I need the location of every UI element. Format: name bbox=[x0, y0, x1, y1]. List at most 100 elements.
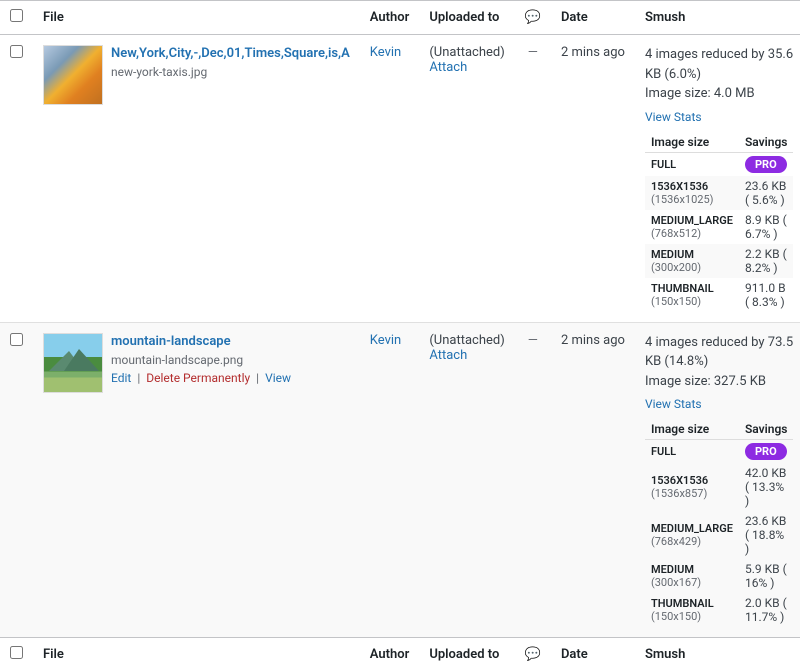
smush-size-row: MEDIUM_LARGE (768x429) 23.6 KB ( 18.8% ) bbox=[645, 511, 794, 559]
header-date-col: Date bbox=[551, 1, 635, 35]
row-checkbox[interactable] bbox=[10, 45, 23, 58]
unattached-label: (Unattached) bbox=[429, 45, 504, 60]
footer-comment-col: 💬 bbox=[515, 638, 551, 671]
size-label-cell: 1536X1536 (1536x857) bbox=[645, 463, 739, 511]
header-smush-col: Smush bbox=[635, 1, 800, 35]
comment-dash: — bbox=[528, 333, 538, 348]
file-cell: New,York,City,-,Dec,01,Times,Square,is,A… bbox=[33, 35, 360, 323]
size-label-cell: FULL bbox=[645, 152, 739, 176]
smush-details-table: Image size Savings FULL PRO 1536X1536 (1… bbox=[645, 419, 794, 627]
table-footer-row: File Author Uploaded to 💬 Date Smush bbox=[0, 638, 800, 671]
comment-cell: — bbox=[515, 322, 551, 638]
smush-size-row: THUMBNAIL (150x150) 911.0 B ( 8.3% ) bbox=[645, 278, 794, 312]
select-all-checkbox[interactable] bbox=[10, 9, 23, 22]
row-checkbox[interactable] bbox=[10, 333, 23, 346]
smush-summary: 4 images reduced by 73.5 KB (14.8%) Imag… bbox=[645, 333, 794, 392]
comment-dash: — bbox=[528, 45, 538, 60]
select-all-footer-checkbox[interactable] bbox=[10, 646, 23, 659]
size-label-cell: MEDIUM_LARGE (768x512) bbox=[645, 210, 739, 244]
header-uploaded-col: Uploaded to bbox=[419, 1, 514, 35]
header-checkbox-col bbox=[0, 1, 33, 35]
size-dim: (150x150) bbox=[651, 610, 733, 623]
media-library-table: File Author Uploaded to 💬 Date Smush New… bbox=[0, 0, 800, 671]
date-value: 2 mins ago bbox=[561, 333, 625, 348]
smush-line1: 4 images reduced by 73.5 KB (14.8%) bbox=[645, 335, 793, 370]
savings-pro: PRO bbox=[739, 152, 794, 176]
author-cell: Kevin bbox=[360, 322, 420, 638]
date-value: 2 mins ago bbox=[561, 45, 625, 60]
smush-col-savings: Savings bbox=[739, 132, 794, 153]
size-label-cell: THUMBNAIL (150x150) bbox=[645, 593, 739, 627]
size-label: THUMBNAIL bbox=[651, 282, 733, 295]
footer-date-col: Date bbox=[551, 638, 635, 671]
row-checkbox-cell bbox=[0, 35, 33, 323]
savings-pro: PRO bbox=[739, 440, 794, 464]
footer-uploaded-col: Uploaded to bbox=[419, 638, 514, 671]
savings-value: 911.0 B ( 8.3% ) bbox=[739, 278, 794, 312]
view-link[interactable]: View bbox=[265, 371, 291, 385]
header-author-col: Author bbox=[360, 1, 420, 35]
size-dim: (1536x1025) bbox=[651, 193, 733, 206]
attach-link[interactable]: Attach bbox=[429, 60, 467, 75]
footer-file-col: File bbox=[33, 638, 360, 671]
smush-cell: 4 images reduced by 73.5 KB (14.8%) Imag… bbox=[635, 322, 800, 638]
uploaded-to-cell: (Unattached) Attach bbox=[419, 322, 514, 638]
smush-line2: Image size: 4.0 MB bbox=[645, 86, 755, 101]
smush-size-row: MEDIUM_LARGE (768x512) 8.9 KB ( 6.7% ) bbox=[645, 210, 794, 244]
pro-badge: PRO bbox=[745, 443, 787, 460]
author-cell: Kevin bbox=[360, 35, 420, 323]
smush-table-body: FULL PRO 1536X1536 (1536x1025) 23.6 KB (… bbox=[645, 152, 794, 312]
size-label: MEDIUM bbox=[651, 248, 733, 261]
size-dim: (300x167) bbox=[651, 576, 733, 589]
uploaded-to-cell: (Unattached) Attach bbox=[419, 35, 514, 323]
table-row: New,York,City,-,Dec,01,Times,Square,is,A… bbox=[0, 35, 800, 323]
view-stats-link[interactable]: View Stats bbox=[645, 110, 794, 124]
savings-value: 23.6 KB ( 18.8% ) bbox=[739, 511, 794, 559]
smush-size-row: 1536X1536 (1536x857) 42.0 KB ( 13.3% ) bbox=[645, 463, 794, 511]
table-row: mountain-landscape mountain-landscape.pn… bbox=[0, 322, 800, 638]
smush-cell: 4 images reduced by 35.6 KB (6.0%) Image… bbox=[635, 35, 800, 323]
date-cell: 2 mins ago bbox=[551, 322, 635, 638]
date-cell: 2 mins ago bbox=[551, 35, 635, 323]
smush-table-header: Image size Savings bbox=[645, 132, 794, 153]
savings-value: 8.9 KB ( 6.7% ) bbox=[739, 210, 794, 244]
view-stats-link[interactable]: View Stats bbox=[645, 397, 794, 411]
smush-line1: 4 images reduced by 35.6 KB (6.0%) bbox=[645, 47, 793, 82]
file-info: New,York,City,-,Dec,01,Times,Square,is,A… bbox=[111, 45, 350, 83]
savings-value: 42.0 KB ( 13.3% ) bbox=[739, 463, 794, 511]
smush-size-row: FULL PRO bbox=[645, 152, 794, 176]
smush-size-row: MEDIUM (300x200) 2.2 KB ( 8.2% ) bbox=[645, 244, 794, 278]
size-label-cell: THUMBNAIL (150x150) bbox=[645, 278, 739, 312]
pro-badge: PRO bbox=[745, 156, 787, 173]
size-label: MEDIUM_LARGE bbox=[651, 522, 733, 535]
author-link[interactable]: Kevin bbox=[370, 45, 401, 60]
file-actions: Edit | Delete Permanently | View bbox=[111, 371, 291, 385]
file-name: mountain-landscape.png bbox=[111, 353, 291, 367]
smush-size-row: MEDIUM (300x167) 5.9 KB ( 16% ) bbox=[645, 559, 794, 593]
size-label-cell: 1536X1536 (1536x1025) bbox=[645, 176, 739, 210]
action-separator: | bbox=[137, 371, 140, 385]
file-name: new-york-taxis.jpg bbox=[111, 65, 350, 79]
file-title-link[interactable]: mountain-landscape bbox=[111, 333, 291, 351]
size-dim: (300x200) bbox=[651, 261, 733, 274]
savings-value: 2.2 KB ( 8.2% ) bbox=[739, 244, 794, 278]
footer-author-col: Author bbox=[360, 638, 420, 671]
smush-line2: Image size: 327.5 KB bbox=[645, 374, 766, 389]
attach-link[interactable]: Attach bbox=[429, 348, 467, 363]
size-label-cell: FULL bbox=[645, 440, 739, 464]
size-label: FULL bbox=[651, 445, 733, 458]
size-label-cell: MEDIUM (300x167) bbox=[645, 559, 739, 593]
author-link[interactable]: Kevin bbox=[370, 333, 401, 348]
action-separator2: | bbox=[256, 371, 259, 385]
unattached-label: (Unattached) bbox=[429, 333, 504, 348]
size-label: MEDIUM bbox=[651, 563, 733, 576]
file-info: mountain-landscape mountain-landscape.pn… bbox=[111, 333, 291, 385]
comment-cell: — bbox=[515, 35, 551, 323]
thumbnail-image bbox=[43, 333, 103, 393]
savings-value: 23.6 KB ( 5.6% ) bbox=[739, 176, 794, 210]
smush-details-table: Image size Savings FULL PRO 1536X1536 (1… bbox=[645, 132, 794, 312]
header-comment-col: 💬 bbox=[515, 1, 551, 35]
delete-permanently-link[interactable]: Delete Permanently bbox=[146, 371, 250, 385]
file-title-link[interactable]: New,York,City,-,Dec,01,Times,Square,is,A bbox=[111, 45, 350, 63]
edit-link[interactable]: Edit bbox=[111, 371, 131, 385]
